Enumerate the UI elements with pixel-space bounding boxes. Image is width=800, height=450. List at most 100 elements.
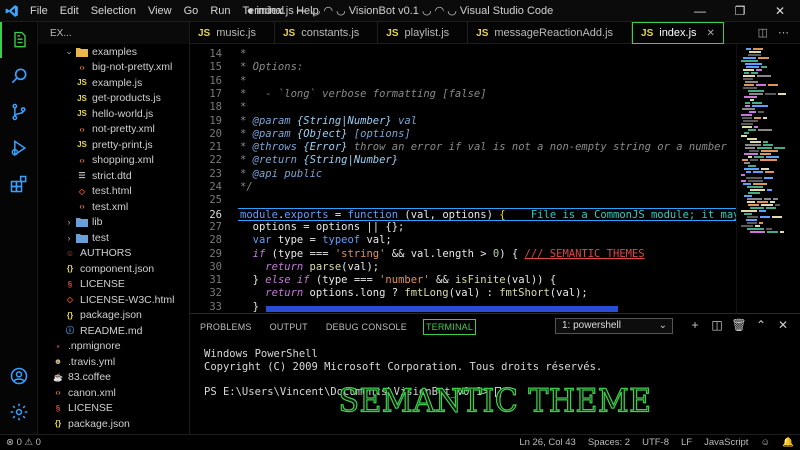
code-line[interactable]: 14 * bbox=[190, 48, 736, 61]
search-icon[interactable] bbox=[0, 58, 38, 94]
file-item[interactable]: ‹› big-not-pretty.xml bbox=[38, 60, 189, 76]
file-item[interactable]: ‹› canon.xml bbox=[38, 385, 189, 401]
tab-index-js[interactable]: JS index.js ✕ bbox=[632, 22, 724, 44]
file-item[interactable]: ☰ strict.dtd bbox=[38, 168, 189, 184]
split-terminal-icon[interactable]: ◫ bbox=[706, 318, 728, 332]
file-item[interactable]: ‹› test.xml bbox=[38, 199, 189, 215]
code-line[interactable]: 29 if (type === 'string' && val.length >… bbox=[190, 248, 736, 261]
account-icon[interactable] bbox=[0, 358, 38, 394]
new-terminal-icon[interactable]: + bbox=[684, 318, 706, 332]
close-icon[interactable]: ✕ bbox=[760, 0, 800, 22]
code-editor[interactable]: 14 * 15 * Options: 16 * 17 * - `long` verbose f… bbox=[190, 44, 736, 313]
minimap-line bbox=[750, 141, 761, 143]
code-line[interactable]: 20 * @param {Object} [options] bbox=[190, 128, 736, 141]
file-item[interactable]: ◇ test.html bbox=[38, 184, 189, 200]
menu-item[interactable]: View bbox=[142, 0, 178, 22]
file-item[interactable]: JS pretty-print.js bbox=[38, 137, 189, 153]
feedback-icon[interactable]: ☺ bbox=[754, 437, 776, 448]
restore-icon[interactable]: ❐ bbox=[720, 0, 760, 22]
minimap-line bbox=[766, 228, 772, 230]
panel-tab-problems[interactable]: PROBLEMS bbox=[198, 320, 254, 334]
code-line[interactable]: 31 } else if (type === 'number' && isFin… bbox=[190, 274, 736, 287]
maximize-panel-icon[interactable]: ⌃ bbox=[750, 318, 772, 332]
code-line[interactable]: 30 return parse(val); bbox=[190, 261, 736, 274]
menu-item[interactable]: Run bbox=[204, 0, 236, 22]
end-of-line[interactable]: LF bbox=[675, 437, 698, 448]
token: /// SEMANTIC THEMES bbox=[524, 247, 645, 260]
folder-item[interactable]: › test bbox=[38, 230, 189, 246]
problems-status[interactable]: ⊗ 0 ⚠ 0 bbox=[0, 437, 47, 448]
js-icon: JS bbox=[77, 78, 87, 88]
file-item[interactable]: ▪ .npmignore bbox=[38, 339, 189, 355]
split-editor-icon[interactable]: ◫ bbox=[753, 26, 773, 39]
panel-tab-terminal[interactable]: TERMINAL bbox=[422, 319, 477, 335]
run-debug-icon[interactable] bbox=[0, 130, 38, 166]
code-line[interactable]: 16 * bbox=[190, 75, 736, 88]
panel-actions: + ◫ 🗑 ⌃ ✕ bbox=[684, 318, 794, 332]
more-actions-icon[interactable]: ⋯ bbox=[773, 26, 794, 39]
file-item[interactable]: ‹› shopping.xml bbox=[38, 153, 189, 169]
file-label: not-pretty.xml bbox=[92, 123, 155, 136]
terminal-select[interactable]: 1: powershell ⌄ bbox=[555, 318, 673, 334]
code-line[interactable]: 19 * @param {String|Number} val bbox=[190, 115, 736, 128]
file-item[interactable]: ☺ AUTHORS bbox=[38, 246, 189, 262]
menu-item[interactable]: File bbox=[24, 0, 54, 22]
tab-playlist-js[interactable]: JS playlist.js bbox=[378, 22, 469, 44]
panel-tab-output[interactable]: OUTPUT bbox=[268, 320, 310, 334]
file-item[interactable]: ☕ 83.coffee bbox=[38, 370, 189, 386]
language-mode[interactable]: JavaScript bbox=[698, 437, 754, 448]
code-line[interactable]: 18 * bbox=[190, 101, 736, 114]
menu-item[interactable]: Help bbox=[290, 0, 325, 22]
tab-messagereactionadd-js[interactable]: JS messageReactionAdd.js bbox=[468, 22, 633, 44]
menu-item[interactable]: Selection bbox=[85, 0, 142, 22]
menu-item[interactable]: Edit bbox=[54, 0, 85, 22]
menu-item[interactable]: Terminal bbox=[237, 0, 291, 22]
close-tab-icon[interactable]: ✕ bbox=[707, 28, 715, 39]
minimap[interactable] bbox=[736, 44, 800, 313]
code-line[interactable]: 17 * - `long` verbose formatting [false] bbox=[190, 88, 736, 101]
settings-gear-icon[interactable] bbox=[0, 394, 38, 430]
file-item[interactable]: JS hello-world.js bbox=[38, 106, 189, 122]
explorer-header[interactable]: EX... bbox=[38, 22, 189, 44]
code-line[interactable]: 15 * Options: bbox=[190, 61, 736, 74]
trash-icon[interactable]: 🗑 bbox=[728, 318, 750, 332]
panel-tab-debug-console[interactable]: DEBUG CONSOLE bbox=[324, 320, 409, 334]
tab-constants-js[interactable]: JS constants.js bbox=[275, 22, 379, 44]
cursor-position[interactable]: Ln 26, Col 43 bbox=[513, 437, 582, 448]
code-line[interactable]: 25 bbox=[190, 194, 736, 207]
menu-item[interactable]: Go bbox=[178, 0, 205, 22]
code-line[interactable]: 32 return options.long ? fmtLong(val) : … bbox=[190, 287, 736, 300]
file-item[interactable]: {} component.json bbox=[38, 261, 189, 277]
folder-item[interactable]: ⌄ examples bbox=[38, 44, 189, 60]
file-item[interactable]: JS example.js bbox=[38, 75, 189, 91]
source-control-icon[interactable] bbox=[0, 94, 38, 130]
file-item[interactable]: {} package.json bbox=[38, 416, 189, 432]
code-line[interactable]: 23 * @api public bbox=[190, 168, 736, 181]
files-icon[interactable] bbox=[0, 22, 38, 58]
notifications-icon[interactable]: 🔔 bbox=[776, 437, 800, 448]
minimap-line bbox=[774, 147, 785, 149]
file-item[interactable]: ⓘ README.md bbox=[38, 323, 189, 339]
code-line[interactable]: 22 * @return {String|Number} bbox=[190, 154, 736, 167]
indentation[interactable]: Spaces: 2 bbox=[582, 437, 636, 448]
close-panel-icon[interactable]: ✕ bbox=[772, 318, 794, 332]
tab-music-js[interactable]: JS music.js bbox=[190, 22, 275, 44]
horizontal-scrollbar[interactable] bbox=[266, 306, 618, 312]
code-line[interactable]: 27 options = options || {}; bbox=[190, 221, 736, 234]
extensions-icon[interactable] bbox=[0, 166, 38, 202]
code-line[interactable]: 28 var type = typeof val; bbox=[190, 234, 736, 247]
minimap-line bbox=[746, 171, 751, 173]
file-item[interactable]: ◇ LICENSE-W3C.html bbox=[38, 292, 189, 308]
encoding[interactable]: UTF-8 bbox=[636, 437, 675, 448]
file-item[interactable]: ☻ .travis.yml bbox=[38, 354, 189, 370]
code-line[interactable]: 26 module.exports = function (val, option… bbox=[209, 207, 736, 221]
file-item[interactable]: {} package.json bbox=[38, 308, 189, 324]
file-item[interactable]: § LICENSE bbox=[38, 401, 189, 417]
minimize-icon[interactable]: — bbox=[680, 0, 720, 22]
file-item[interactable]: § LICENSE bbox=[38, 277, 189, 293]
folder-item[interactable]: › lib bbox=[38, 215, 189, 231]
file-item[interactable]: ‹› not-pretty.xml bbox=[38, 122, 189, 138]
code-line[interactable]: 21 * @throws {Error} throw an error if va… bbox=[190, 141, 736, 154]
file-item[interactable]: JS get-products.js bbox=[38, 91, 189, 107]
code-line[interactable]: 24 */ bbox=[190, 181, 736, 194]
